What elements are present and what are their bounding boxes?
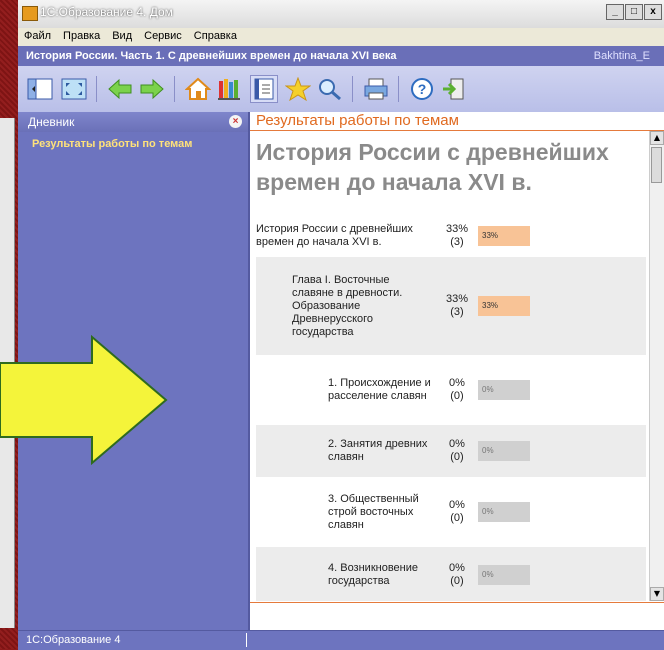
result-row[interactable]: 4. Возникновение государства 0% (0) 0% xyxy=(256,547,646,601)
status-text: 1С:Образование 4 xyxy=(26,634,121,646)
percent-value: 33% xyxy=(445,223,469,235)
result-row[interactable]: Глава I. Восточные славяне в древности. … xyxy=(256,257,646,355)
topic-percent: 33% (3) xyxy=(440,293,474,319)
sidebar-title: Дневник xyxy=(28,115,75,129)
library-icon[interactable] xyxy=(216,75,244,103)
home-icon[interactable] xyxy=(184,75,212,103)
panel-icon[interactable] xyxy=(26,75,54,103)
svg-text:?: ? xyxy=(418,81,427,97)
app-window: 1С:Образование 4. Дом _ □ x Файл Правка Ви… xyxy=(18,0,664,650)
topic-name: 3. Общественный строй восточных славян xyxy=(328,492,419,531)
course-heading: История России с древнейших времен до на… xyxy=(256,139,609,195)
topic-name: Глава I. Восточные славяне в древности. … xyxy=(292,273,403,338)
window-controls: _ □ x xyxy=(606,4,662,20)
status-divider xyxy=(246,633,247,647)
notebook-icon[interactable] xyxy=(250,75,278,103)
toolbar-separator xyxy=(174,76,175,102)
result-row[interactable]: 2. Занятия древних славян 0% (0) 0% xyxy=(256,425,646,477)
result-row[interactable]: История России с древнейших времен до на… xyxy=(256,219,646,253)
answer-count: (3) xyxy=(450,306,464,318)
close-button[interactable]: x xyxy=(644,4,662,20)
panel-header: Результаты работы по темам xyxy=(250,112,664,131)
menu-help[interactable]: Справка xyxy=(188,28,243,44)
window-title: 1С:Образование 4. Дом xyxy=(40,5,173,19)
results-list: История России с древнейших времен до на… xyxy=(250,131,648,601)
user-name: Bakhtina_E xyxy=(593,50,650,62)
toolbar-separator xyxy=(398,76,399,102)
percent-value: 0% xyxy=(449,499,465,511)
progress-bar: 33% xyxy=(478,226,530,246)
percent-value: 0% xyxy=(449,438,465,450)
panel-footer-line xyxy=(250,602,664,603)
help-icon[interactable]: ? xyxy=(408,75,436,103)
yellow-pointer-arrow xyxy=(0,335,168,465)
sidebar-close-icon[interactable]: × xyxy=(229,115,242,128)
progress-bar: 33% xyxy=(478,296,530,316)
menu-bar: Файл Правка Вид Сервис Справка xyxy=(18,28,664,44)
title-bar: 1С:Образование 4. Дом _ □ x xyxy=(18,0,664,29)
menu-edit[interactable]: Правка xyxy=(57,28,106,44)
vertical-scrollbar[interactable]: ▲ ▼ xyxy=(649,131,664,601)
answer-count: (3) xyxy=(450,236,464,248)
answer-count: (0) xyxy=(450,512,464,524)
percent-value: 33% xyxy=(445,293,469,305)
menu-view[interactable]: Вид xyxy=(106,28,138,44)
fullscreen-icon[interactable] xyxy=(60,75,88,103)
exit-icon[interactable] xyxy=(440,75,468,103)
document-bar: История России. Часть 1. С древнейших вр… xyxy=(18,46,664,66)
minimize-button[interactable]: _ xyxy=(606,4,624,20)
toolbar-separator xyxy=(352,76,353,102)
topic-name: 1. Происхождение и расселение славян xyxy=(328,377,431,402)
forward-arrow-icon[interactable] xyxy=(138,75,166,103)
menu-service[interactable]: Сервис xyxy=(138,28,188,44)
progress-bar: 0% xyxy=(478,502,530,522)
toolbar: ? xyxy=(18,66,664,113)
answer-count: (0) xyxy=(450,390,464,402)
topic-name: 2. Занятия древних славян xyxy=(328,438,428,463)
result-row[interactable]: 1. Происхождение и расселение славян 0% (0… xyxy=(256,359,646,421)
percent-value: 0% xyxy=(449,377,465,389)
progress-bar: 0% xyxy=(478,380,530,400)
print-icon[interactable] xyxy=(362,75,390,103)
menu-file[interactable]: Файл xyxy=(18,28,57,44)
topic-percent: 0% (0) xyxy=(440,499,474,525)
scroll-thumb[interactable] xyxy=(651,147,662,183)
progress-bar: 0% xyxy=(478,565,530,585)
topic-name: История России с древнейших времен до на… xyxy=(256,223,413,248)
sidebar-header: Дневник × xyxy=(18,112,248,132)
star-icon[interactable] xyxy=(284,75,312,103)
status-bar: 1С:Образование 4 xyxy=(18,630,664,650)
answer-count: (0) xyxy=(450,575,464,587)
topic-percent: 0% (0) xyxy=(440,562,474,588)
answer-count: (0) xyxy=(450,451,464,463)
panel-title: Результаты работы по темам xyxy=(256,112,459,129)
topic-percent: 0% (0) xyxy=(440,438,474,464)
back-arrow-icon[interactable] xyxy=(106,75,134,103)
results-panel: Результаты работы по темам История Росси… xyxy=(250,112,664,630)
percent-value: 0% xyxy=(449,562,465,574)
app-logo-icon xyxy=(22,6,38,21)
result-row[interactable]: 3. Общественный строй восточных славян 0%… xyxy=(256,481,646,543)
document-title: История России. Часть 1. С древнейших вр… xyxy=(26,50,397,62)
maximize-button[interactable]: □ xyxy=(625,4,643,20)
topic-percent: 0% (0) xyxy=(440,377,474,403)
sidebar-item-results[interactable]: Результаты работы по темам xyxy=(32,138,192,150)
topic-name: 4. Возникновение государства xyxy=(328,562,419,587)
progress-bar: 0% xyxy=(478,441,530,461)
scroll-up-icon[interactable]: ▲ xyxy=(650,131,664,145)
search-icon[interactable] xyxy=(316,75,344,103)
scroll-down-icon[interactable]: ▼ xyxy=(650,587,664,601)
toolbar-separator xyxy=(96,76,97,102)
topic-percent: 33% (3) xyxy=(440,223,474,249)
